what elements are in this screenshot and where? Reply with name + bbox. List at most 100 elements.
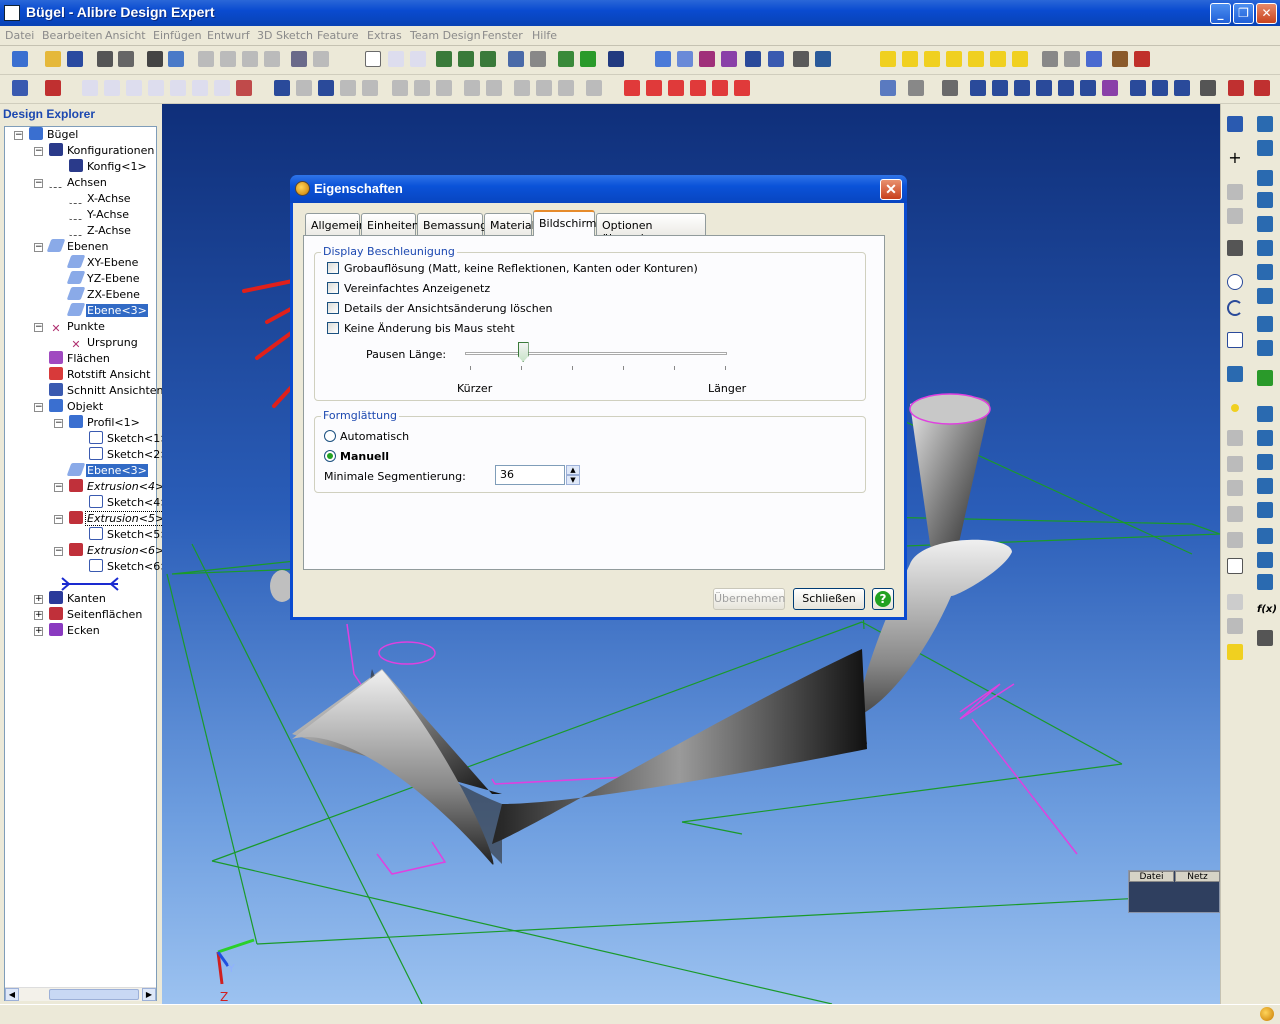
target-icon[interactable] — [1227, 558, 1243, 574]
tree-node-rotstift-ansicht[interactable]: Rotstift Ansicht — [49, 367, 151, 382]
checkbox-details-loeschen[interactable] — [327, 302, 339, 314]
collapse-toggle[interactable]: − — [34, 243, 43, 252]
thicken-icon[interactable] — [558, 80, 574, 96]
fillet-icon[interactable] — [392, 80, 408, 96]
ellipse-icon[interactable] — [646, 80, 662, 96]
collapse-toggle[interactable]: − — [34, 403, 43, 412]
assembly-icon[interactable] — [880, 80, 896, 96]
chamfer-sketch-icon[interactable] — [1227, 532, 1243, 548]
spin-up-icon[interactable]: ▲ — [566, 465, 580, 475]
menu-team-design[interactable]: Team Design — [410, 29, 481, 42]
constraint-3-icon[interactable] — [992, 80, 1008, 96]
dimension-2-icon[interactable] — [1152, 80, 1168, 96]
tree-node-xy-ebene[interactable]: XY-Ebene — [66, 255, 139, 270]
help-button[interactable]: ? — [872, 588, 894, 610]
tree-node-ebene3[interactable]: Ebene<3> — [66, 303, 149, 318]
view-back-cube-icon[interactable] — [902, 51, 918, 67]
scroll-left-icon[interactable]: ◀ — [5, 988, 19, 1001]
extend-icon[interactable] — [1227, 456, 1243, 472]
axis-icon[interactable] — [677, 51, 693, 67]
feature-2-icon[interactable] — [1257, 140, 1273, 156]
hatch-icon[interactable] — [734, 80, 750, 96]
segment-input[interactable]: 36 — [495, 465, 565, 485]
tree-node-extrusion6[interactable]: Extrusion<6> — [69, 543, 165, 558]
tree-node-z-achse[interactable]: Z-Achse — [69, 223, 132, 238]
tab-material[interactable]: Material — [484, 213, 535, 235]
menu-fenster[interactable]: Fenster — [482, 29, 523, 42]
tree-node-ecken[interactable]: Ecken — [49, 623, 101, 638]
feature-icon[interactable] — [45, 80, 61, 96]
feature-8-icon[interactable] — [1257, 288, 1273, 304]
extrude-icon[interactable] — [274, 80, 290, 96]
undo-icon[interactable] — [291, 51, 307, 67]
fillet-sketch-icon[interactable] — [1227, 506, 1243, 522]
feature-7-icon[interactable] — [1257, 264, 1273, 280]
publish-icon[interactable] — [118, 51, 134, 67]
loft-icon[interactable] — [318, 80, 334, 96]
feature-16-icon[interactable] — [1257, 502, 1273, 518]
delete-icon[interactable] — [264, 51, 280, 67]
tree-node-ebene3-object[interactable]: Ebene<3> — [66, 463, 149, 478]
page-setup-icon[interactable] — [168, 51, 184, 67]
table-icon[interactable] — [745, 51, 761, 67]
sketch-tool-6-icon[interactable] — [192, 80, 208, 96]
tree-horizontal-scrollbar[interactable]: ◀ ▶ — [5, 987, 156, 1001]
box-icon[interactable] — [908, 80, 924, 96]
menu-bearbeiten[interactable]: Bearbeiten — [42, 29, 102, 42]
sketch-tool-8-icon[interactable] — [236, 80, 252, 96]
scroll-right-icon[interactable]: ▶ — [142, 988, 156, 1001]
select-lasso-icon[interactable] — [410, 51, 426, 67]
expand-toggle[interactable]: + — [34, 595, 43, 604]
tree-node-sketch2[interactable]: Sketch<2> — [89, 447, 171, 462]
view-top-icon[interactable] — [968, 51, 984, 67]
feature-5-icon[interactable] — [1257, 216, 1273, 232]
sketch-tool-4-icon[interactable] — [148, 80, 164, 96]
sketch-point-icon[interactable] — [1231, 404, 1239, 412]
hole-icon[interactable] — [362, 80, 378, 96]
menu-hilfe[interactable]: Hilfe — [532, 29, 557, 42]
feature-13-icon[interactable] — [1257, 430, 1273, 446]
new-icon[interactable] — [12, 51, 28, 67]
constraint-icon[interactable] — [1134, 51, 1150, 67]
properties-icon[interactable] — [768, 51, 784, 67]
checkbox-keine-aenderung[interactable] — [327, 322, 339, 334]
sketch-mode-icon[interactable] — [1227, 116, 1243, 132]
view-back-icon[interactable] — [508, 51, 524, 67]
plus-icon[interactable]: + — [1227, 150, 1243, 166]
mirror-sketch-icon[interactable] — [1227, 594, 1243, 610]
feature-14-icon[interactable] — [1257, 454, 1273, 470]
mass-properties-icon[interactable] — [815, 51, 831, 67]
constraint-2-icon[interactable] — [970, 80, 986, 96]
tab-allgemein[interactable]: Allgemein — [305, 213, 366, 235]
chamfer-icon[interactable] — [414, 80, 430, 96]
zoom-in-icon[interactable] — [436, 51, 452, 67]
draft-icon[interactable] — [464, 80, 480, 96]
radio-automatisch[interactable] — [324, 430, 336, 442]
split-icon[interactable] — [536, 80, 552, 96]
feature-15-icon[interactable] — [1257, 478, 1273, 494]
tree-node-ebenen[interactable]: Ebenen — [46, 239, 109, 254]
tree-node-buegel[interactable]: Bügel — [29, 127, 79, 142]
view-front-icon[interactable] — [880, 51, 896, 67]
render-icon[interactable] — [608, 51, 624, 67]
tree-node-punkte[interactable]: ✕ Punkte — [49, 319, 106, 335]
menu-extras[interactable]: Extras — [367, 29, 402, 42]
appearance-icon[interactable] — [1086, 51, 1102, 67]
collapse-toggle[interactable]: − — [34, 323, 43, 332]
tab-bemassung[interactable]: Bemassung — [417, 213, 487, 235]
menu-entwurf[interactable]: Entwurf — [207, 29, 250, 42]
tree-node-ursprung[interactable]: ✕ Ursprung — [69, 335, 139, 351]
tree-node-yz-ebene[interactable]: YZ-Ebene — [66, 271, 140, 286]
tree-node-achsen[interactable]: Achsen — [49, 175, 108, 190]
sketch-tool-5-icon[interactable] — [170, 80, 186, 96]
feature-3-icon[interactable] — [1257, 170, 1273, 186]
pencil-icon[interactable] — [1112, 51, 1128, 67]
menu-datei[interactable]: Datei — [5, 29, 34, 42]
constraint-4-icon[interactable] — [1014, 80, 1030, 96]
apply-button[interactable]: Übernehmen — [713, 588, 785, 610]
open-folder-icon[interactable] — [45, 51, 61, 67]
constraint-7-icon[interactable] — [1080, 80, 1096, 96]
zoom-fit-icon[interactable] — [480, 51, 496, 67]
tree-node-sketch5[interactable]: Sketch<5> — [89, 527, 171, 542]
dialog-close-button[interactable]: ✕ — [880, 179, 902, 200]
